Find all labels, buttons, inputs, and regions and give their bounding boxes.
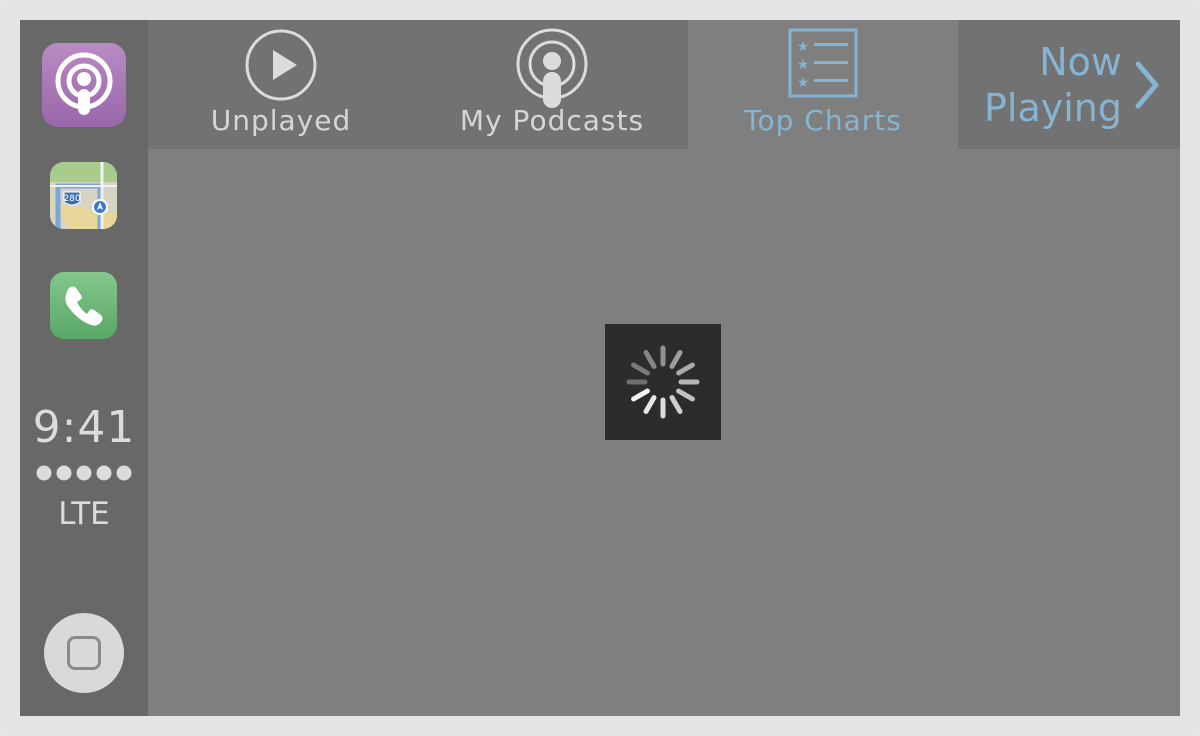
now-playing-label-line1: Now <box>1039 40 1122 84</box>
spinner-spoke <box>643 395 657 414</box>
podcast-glyph-icon <box>55 52 113 115</box>
map-glyph-icon: 280 <box>50 162 117 229</box>
spinner-spoke <box>669 350 683 369</box>
tab-my-podcasts[interactable]: My Podcasts <box>416 20 688 149</box>
spinner-spoke <box>676 388 695 402</box>
tab-label: Top Charts <box>744 104 902 137</box>
svg-text:★: ★ <box>797 39 810 55</box>
clock: 9:41 <box>32 402 136 453</box>
sidebar: 280 9:41 LTE <box>20 20 148 716</box>
carplay-screen: 280 9:41 LTE Unplayed My Podcasts ★ ★ ★ … <box>20 20 1180 716</box>
chevron-right-icon <box>1135 61 1159 109</box>
phone-handset-icon <box>65 286 103 326</box>
podcasts-app-icon[interactable] <box>42 43 126 127</box>
podcast-broadcast-icon <box>516 28 588 108</box>
tab-top-charts[interactable]: ★ ★ ★ Top Charts <box>688 20 958 149</box>
spinner-spoke <box>631 362 650 376</box>
phone-app-icon[interactable] <box>50 272 117 339</box>
highway-shield-number: 280 <box>63 194 80 204</box>
svg-text:★: ★ <box>797 75 810 91</box>
svg-text:★: ★ <box>797 57 810 73</box>
star-list-icon: ★ ★ ★ <box>788 28 858 98</box>
now-playing-label-line2: Playing <box>983 86 1122 130</box>
home-square-icon <box>67 636 101 670</box>
loading-indicator <box>605 324 721 440</box>
tab-label: Unplayed <box>210 104 352 137</box>
home-button[interactable] <box>44 613 124 693</box>
spinner-spoke <box>643 350 657 369</box>
spinner-spoke <box>676 362 695 376</box>
maps-app-icon[interactable]: 280 <box>50 162 117 229</box>
activity-spinner-icon <box>626 345 700 419</box>
signal-strength-icon <box>36 465 132 481</box>
network-type: LTE <box>58 496 110 532</box>
tab-unplayed[interactable]: Unplayed <box>148 20 414 149</box>
device-bezel: 280 9:41 LTE Unplayed My Podcasts ★ ★ ★ … <box>0 0 1200 736</box>
tab-bar: Unplayed My Podcasts ★ ★ ★ Top Charts No… <box>148 20 1180 149</box>
tab-label: My Podcasts <box>459 104 645 137</box>
play-circle-icon <box>245 29 317 101</box>
spinner-spoke <box>669 395 683 414</box>
now-playing-button[interactable]: Now Playing <box>958 20 1180 149</box>
spinner-spoke <box>631 388 650 402</box>
